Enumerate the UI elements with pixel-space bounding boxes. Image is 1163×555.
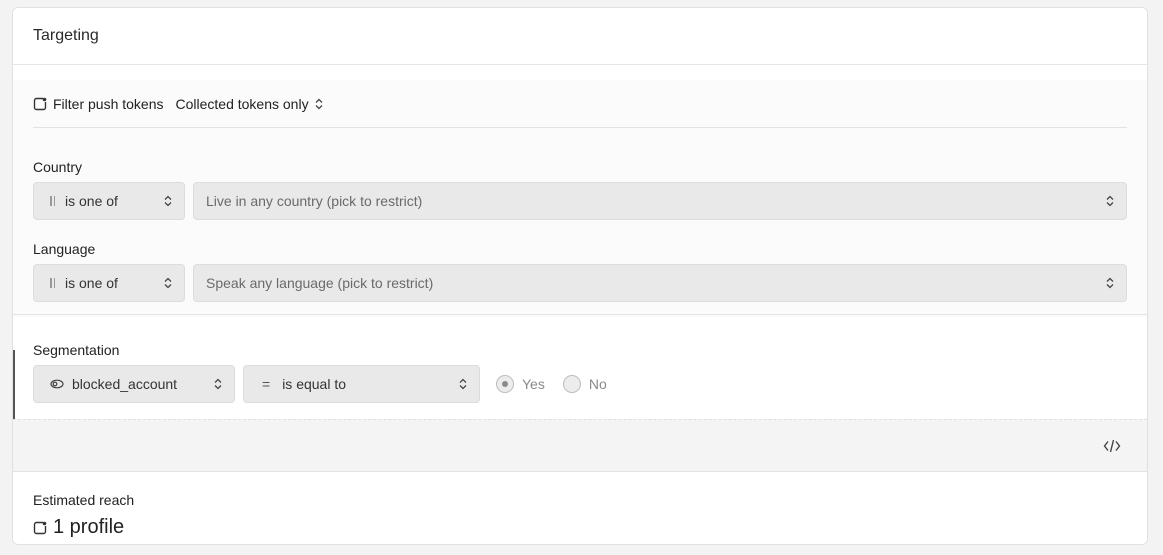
country-placeholder: Live in any country (pick to restrict) [206,193,423,209]
audience-section: Filter push tokens Collected tokens only… [13,80,1147,317]
chevron-up-down-icon [214,378,222,390]
radio-no-indicator [562,375,581,393]
comparator-value: is equal to [282,376,347,392]
chevron-up-down-icon [459,378,467,390]
eye-icon [50,379,64,389]
device-icon [33,97,47,110]
radio-yes[interactable]: Yes [496,375,545,393]
estimated-reach-label: Estimated reach [33,492,135,508]
country-value-select[interactable]: Live in any country (pick to restrict) [193,182,1127,220]
code-icon[interactable] [1103,438,1121,454]
radio-no[interactable]: No [562,375,607,393]
attribute-value: blocked_account [72,376,178,392]
chevron-up-down-icon [164,277,172,289]
country-label: Country [33,159,83,175]
radio-no-label: No [588,376,607,392]
push-filter-row: Filter push tokens Collected tokens only [33,80,1127,128]
push-filter-select[interactable]: Collected tokens only [176,96,323,112]
country-operator-value: is one of [65,193,118,209]
segmentation-label: Segmentation [33,342,120,358]
chevron-up-down-icon [315,98,323,110]
push-filter-label: Filter push tokens [33,96,164,112]
segmentation-section: Segmentation blocked_account = is equal … [13,314,1147,472]
targeting-card: Targeting Filter push tokens Collected t… [12,7,1148,545]
segmentation-rule: blocked_account = is equal to Yes No [33,365,607,403]
equals-symbol: = [262,376,271,392]
estimated-reach-text: 1 profile [53,516,125,538]
radio-yes-label: Yes [522,376,545,392]
language-value-select[interactable]: Speak any language (pick to restrict) [193,264,1127,302]
bars-icon [50,196,55,206]
language-label: Language [33,241,96,257]
country-filter: is one of Live in any country (pick to r… [33,182,1127,220]
bars-icon [50,278,55,288]
language-filter: is one of Speak any language (pick to re… [33,264,1127,302]
device-icon [33,521,47,534]
estimated-reach-value: 1 profile [33,516,124,539]
language-operator-value: is one of [65,275,118,291]
chevron-up-down-icon [1106,195,1114,207]
language-operator-select[interactable]: is one of [33,264,185,302]
radio-yes-indicator [496,375,514,393]
country-operator-select[interactable]: is one of [33,182,185,220]
language-placeholder: Speak any language (pick to restrict) [206,275,434,291]
attribute-select[interactable]: blocked_account [33,365,235,403]
push-filter-text: Filter push tokens [53,95,164,112]
card-header: Targeting [13,8,1147,65]
comparator-select[interactable]: = is equal to [243,365,480,403]
card-title: Targeting [33,27,99,44]
segmentation-footer [13,419,1147,472]
estimated-reach-section: Estimated reach 1 profile [13,471,1147,544]
chevron-up-down-icon [1106,277,1114,289]
chevron-up-down-icon [164,195,172,207]
push-filter-value: Collected tokens only [175,95,309,112]
